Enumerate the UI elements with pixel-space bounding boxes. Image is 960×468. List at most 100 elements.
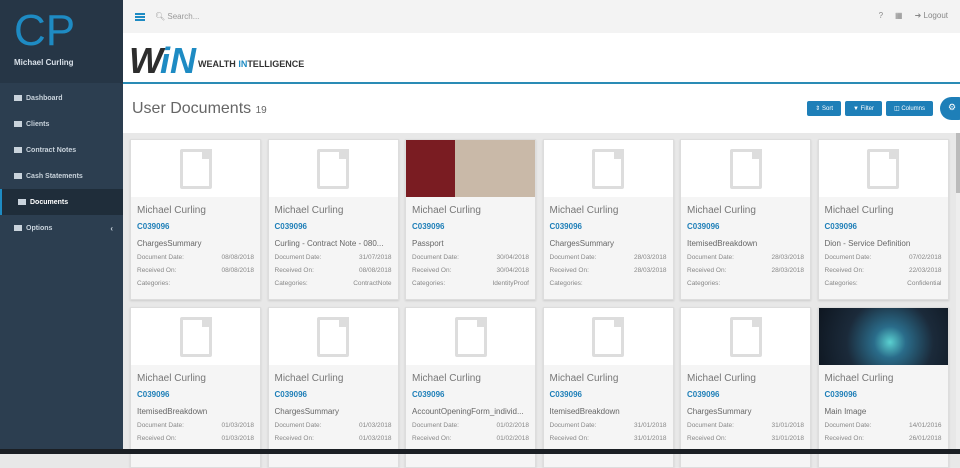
categories-label: Categories: bbox=[549, 280, 583, 287]
document-card[interactable]: Michael Curling C039096 Dion - Service D… bbox=[817, 139, 949, 300]
client-code-link[interactable]: C039096 bbox=[550, 222, 667, 231]
document-thumbnail[interactable] bbox=[406, 140, 535, 197]
client-code-link[interactable]: C039096 bbox=[687, 222, 804, 231]
sidebar-item-contract-notes[interactable]: Contract Notes bbox=[0, 137, 123, 163]
document-card[interactable]: Michael Curling C039096 ChargesSummary D… bbox=[542, 139, 674, 300]
filter-button[interactable]: ▼ Filter bbox=[845, 101, 882, 116]
logo-text-c: TELLIGENCE bbox=[247, 59, 305, 69]
document-date: 01/03/2018 bbox=[221, 422, 254, 429]
categories-label: Categories: bbox=[137, 280, 171, 287]
sidebar-item-cash-statements[interactable]: Cash Statements bbox=[0, 163, 123, 189]
client-code-link[interactable]: C039096 bbox=[825, 390, 942, 399]
app-logo: CP bbox=[14, 6, 76, 55]
apps-grid-icon[interactable]: ▦ bbox=[895, 11, 903, 20]
category: ContractNote bbox=[353, 280, 392, 287]
help-icon[interactable]: ? bbox=[879, 11, 883, 20]
search-input[interactable]: 🔍︎ Search... bbox=[155, 12, 199, 21]
document-card[interactable]: Michael Curling C039096 ItemisedBreakdow… bbox=[680, 139, 811, 300]
client-code-link[interactable]: C039096 bbox=[275, 390, 392, 399]
client-name: Michael Curling bbox=[549, 373, 619, 384]
sidebar-item-documents[interactable]: Documents bbox=[0, 189, 123, 215]
menu-icon[interactable] bbox=[135, 12, 145, 21]
client-code-link[interactable]: C039096 bbox=[412, 222, 529, 231]
sidebar-item-options[interactable]: Options ‹ bbox=[0, 215, 123, 241]
document-card[interactable]: Michael Curling C039096 ItemisedBreakdow… bbox=[130, 307, 261, 468]
document-date: 30/04/2018 bbox=[496, 254, 529, 261]
received-label: Received On: bbox=[687, 267, 727, 274]
document-thumbnail[interactable] bbox=[406, 308, 535, 365]
document-date: 28/03/2018 bbox=[633, 254, 667, 261]
sidebar-item-clients[interactable]: Clients bbox=[0, 111, 123, 137]
sidebar-item-dashboard[interactable]: Dashboard bbox=[0, 85, 123, 111]
page-title-text: User Documents bbox=[132, 100, 252, 117]
document-card[interactable]: Michael Curling C039096 ChargesSummary D… bbox=[130, 139, 261, 300]
document-date: 01/03/2018 bbox=[358, 422, 392, 429]
document-type: ItemisedBreakdown bbox=[549, 407, 620, 416]
columns-label: Columns bbox=[901, 105, 925, 112]
logout-label: Logout bbox=[923, 11, 948, 20]
document-date-label: Document Date: bbox=[412, 254, 459, 261]
document-thumbnail[interactable] bbox=[818, 140, 948, 197]
received-label: Received On: bbox=[549, 435, 589, 442]
columns-button[interactable]: ◫ Columns bbox=[885, 101, 933, 116]
client-code-link[interactable]: C039096 bbox=[412, 390, 529, 399]
document-type: Curling - Contract Note - 080... bbox=[274, 239, 384, 248]
document-card[interactable]: Michael Curling C039096 ChargesSummary D… bbox=[267, 307, 399, 468]
document-date-label: Document Date: bbox=[549, 422, 597, 429]
sidebar: CP Michael Curling Dashboard Clients Contr… bbox=[0, 0, 123, 454]
received-date: 08/08/2018 bbox=[221, 267, 254, 274]
document-card[interactable]: Michael Curling C039096 ChargesSummary D… bbox=[680, 307, 811, 468]
document-card[interactable]: Michael Curling C039096 Passport Documen… bbox=[405, 139, 536, 300]
received-label: Received On: bbox=[274, 435, 314, 442]
settings-gears-button[interactable]: ⚙ bbox=[940, 97, 960, 120]
document-type: AccountOpeningForm_individ... bbox=[412, 407, 524, 416]
document-card[interactable]: Michael Curling C039096 Curling - Contra… bbox=[267, 139, 399, 300]
scrollbar-thumb[interactable] bbox=[956, 133, 960, 193]
document-thumbnail[interactable] bbox=[268, 308, 398, 365]
client-name: Michael Curling bbox=[687, 205, 756, 216]
category: Confidential bbox=[907, 280, 942, 287]
received-label: Received On: bbox=[412, 435, 452, 442]
document-card[interactable]: Michael Curling C039096 ItemisedBreakdow… bbox=[542, 307, 674, 468]
logout-button[interactable]: ➜ Logout bbox=[915, 11, 948, 20]
document-card[interactable]: Michael Curling C039096 AccountOpeningFo… bbox=[405, 307, 536, 468]
client-code-link[interactable]: C039096 bbox=[137, 390, 254, 399]
pdf-file-icon bbox=[179, 148, 212, 189]
received-date: 01/03/2018 bbox=[358, 435, 392, 442]
document-thumbnail[interactable] bbox=[818, 308, 948, 365]
document-thumbnail[interactable] bbox=[681, 308, 810, 365]
document-date-label: Document Date: bbox=[412, 422, 459, 429]
brand: CP Michael Curling bbox=[0, 0, 123, 83]
document-thumbnail[interactable] bbox=[543, 308, 673, 365]
document-thumbnail[interactable] bbox=[681, 140, 810, 197]
document-type: Passport bbox=[412, 239, 444, 248]
scrollbar[interactable] bbox=[956, 133, 960, 449]
logo-text-b: IN bbox=[238, 59, 248, 69]
client-code-link[interactable]: C039096 bbox=[550, 390, 667, 399]
document-thumbnail[interactable] bbox=[131, 308, 260, 365]
document-thumbnail[interactable] bbox=[543, 140, 673, 197]
client-code-link[interactable]: C039096 bbox=[687, 390, 804, 399]
document-thumbnail[interactable] bbox=[131, 140, 260, 197]
document-thumbnail[interactable] bbox=[268, 140, 398, 197]
page-header: User Documents 19 ⇕ Sort ▼ Filter ◫ Colu… bbox=[123, 84, 960, 133]
document-icon bbox=[18, 199, 26, 205]
document-date-label: Document Date: bbox=[687, 254, 734, 261]
client-code-link[interactable]: C039096 bbox=[275, 222, 392, 231]
document-date: 07/02/2018 bbox=[908, 254, 942, 261]
received-label: Received On: bbox=[137, 435, 177, 442]
document-date-label: Document Date: bbox=[549, 254, 597, 261]
pdf-file-icon bbox=[454, 316, 487, 357]
document-type: ChargesSummary bbox=[687, 407, 752, 416]
logo-w: W bbox=[129, 40, 163, 81]
sort-button[interactable]: ⇕ Sort bbox=[807, 101, 842, 116]
document-type: ItemisedBreakdown bbox=[687, 239, 758, 248]
document-date: 28/03/2018 bbox=[771, 254, 804, 261]
client-code-link[interactable]: C039096 bbox=[137, 222, 254, 231]
document-card[interactable]: Michael Curling C039096 Main Image Docum… bbox=[817, 307, 949, 468]
document-date: 01/02/2018 bbox=[496, 422, 529, 429]
client-code-link[interactable]: C039096 bbox=[825, 222, 942, 231]
list-icon bbox=[14, 225, 22, 231]
document-type: ItemisedBreakdown bbox=[137, 407, 208, 416]
received-label: Received On: bbox=[824, 267, 864, 274]
